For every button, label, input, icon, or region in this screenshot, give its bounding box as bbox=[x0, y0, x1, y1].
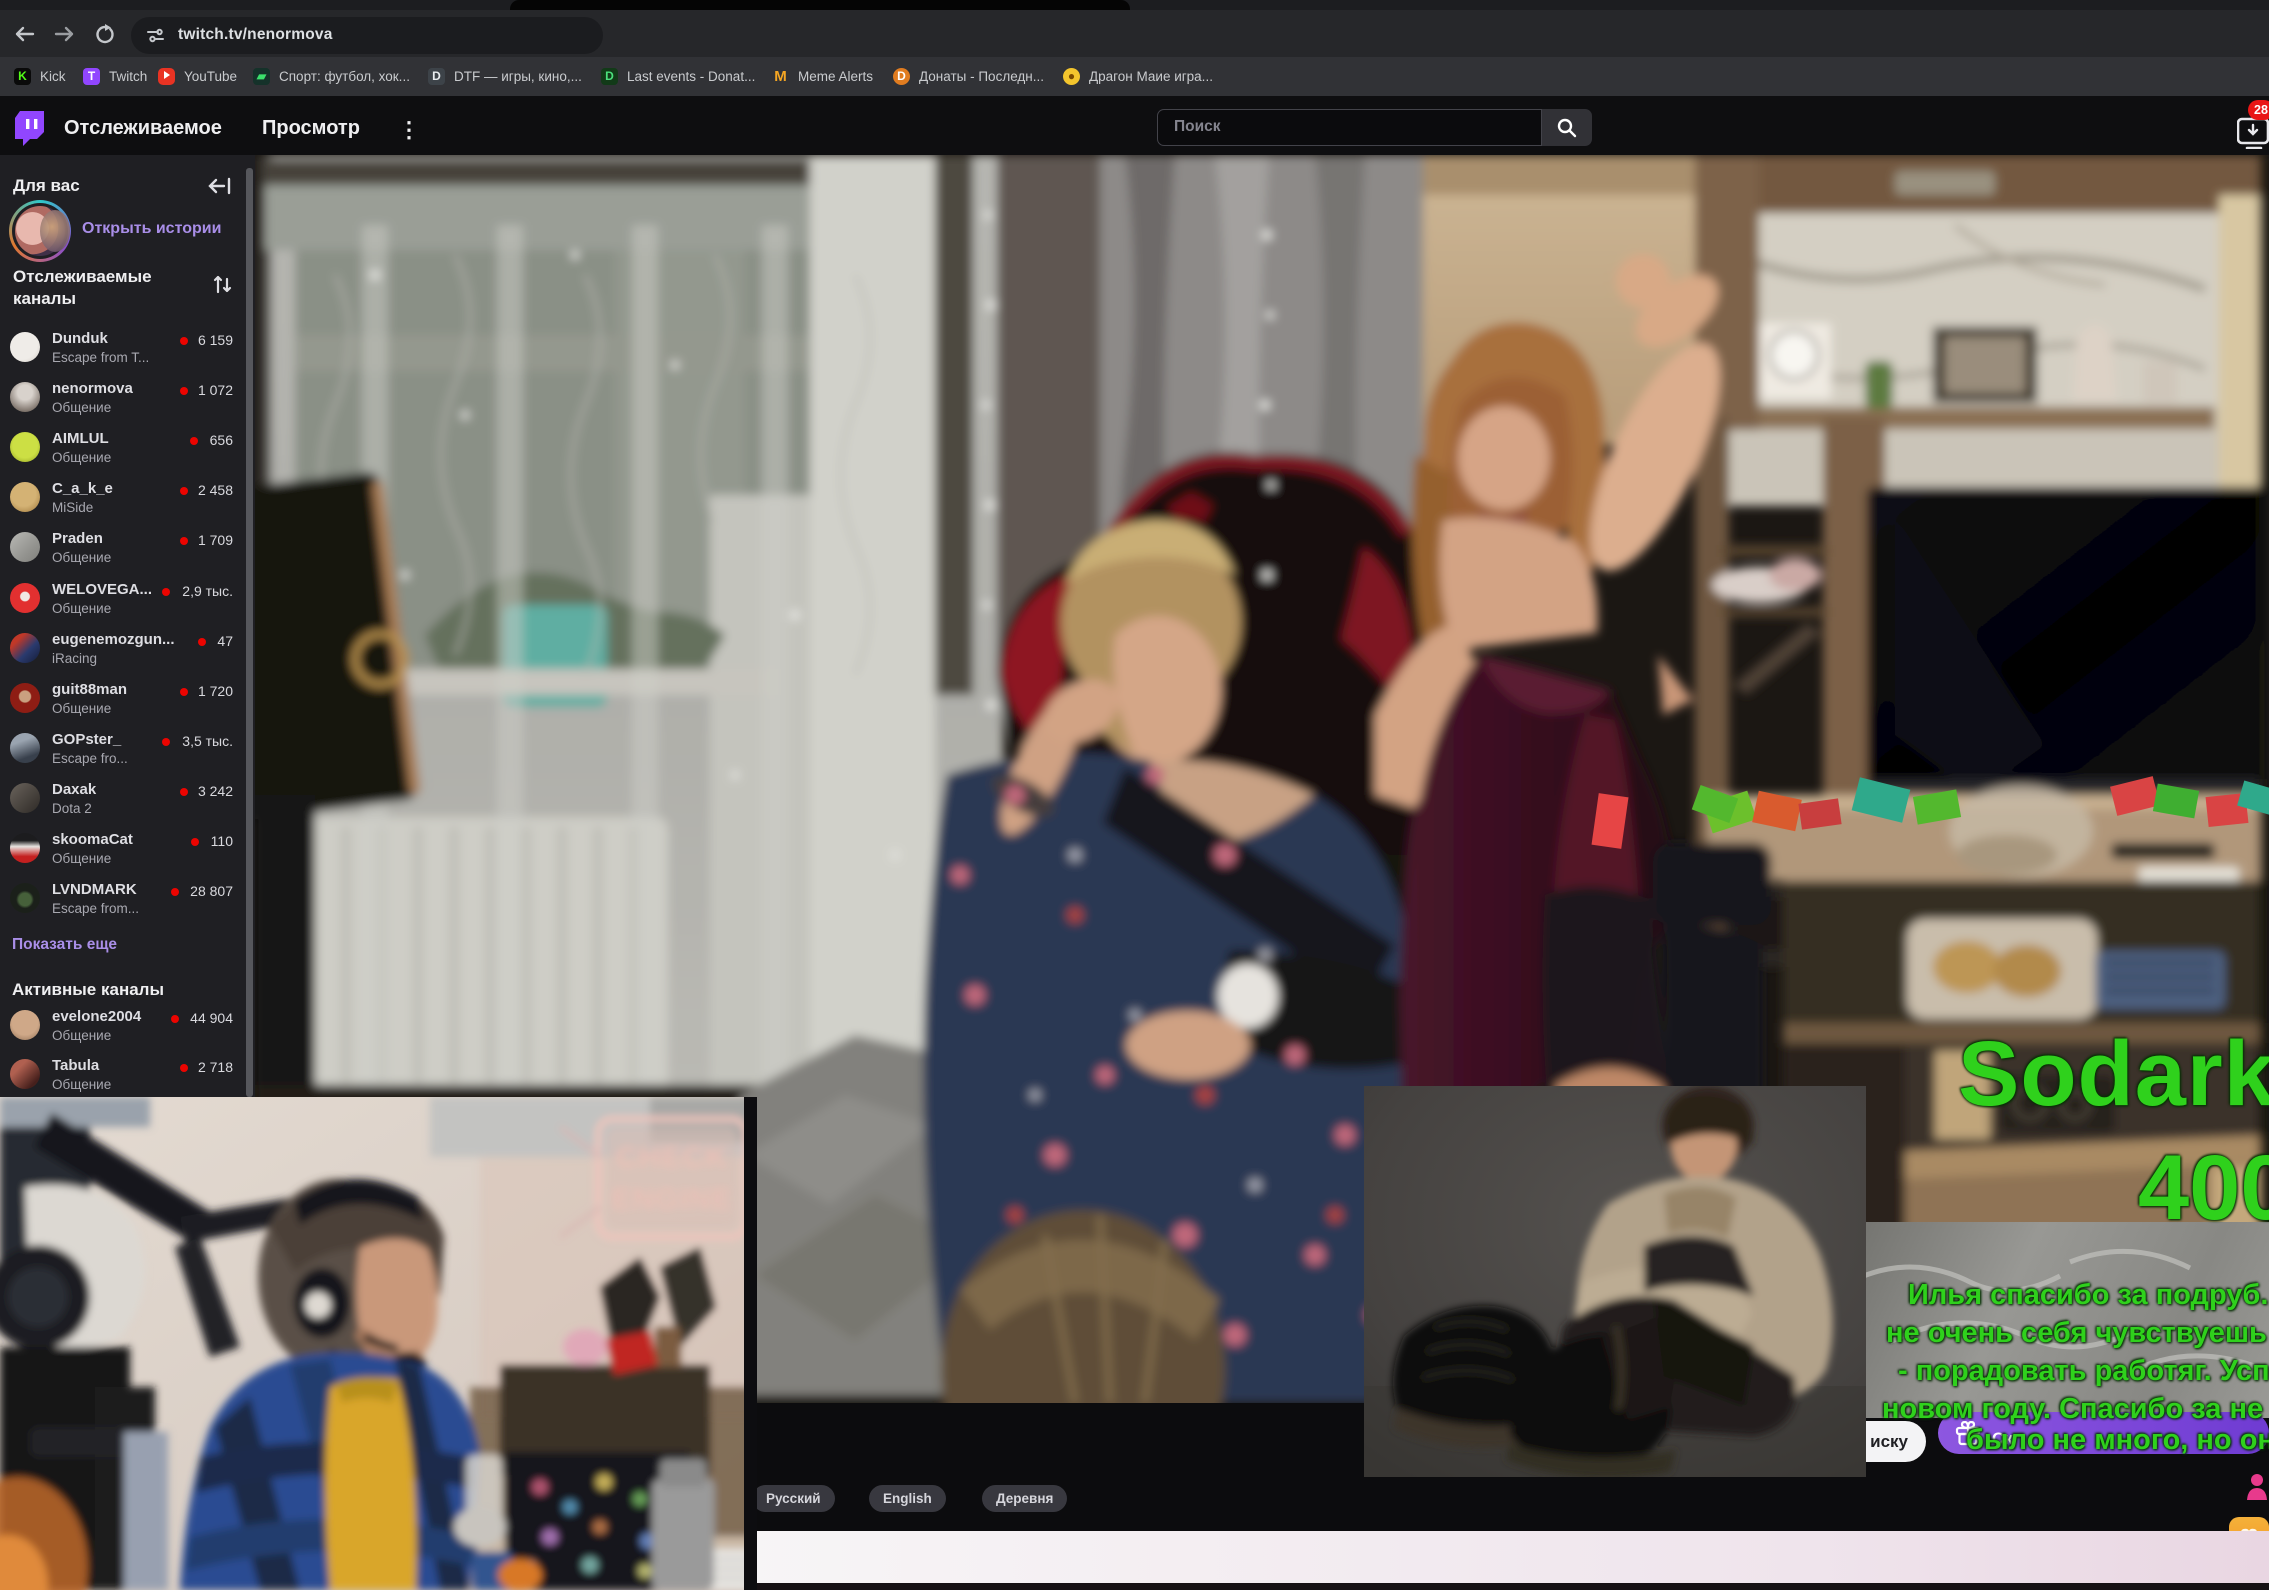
svg-text:CHECK: CHECK bbox=[616, 1141, 728, 1174]
svg-text:ENGINE: ENGINE bbox=[611, 1183, 732, 1216]
